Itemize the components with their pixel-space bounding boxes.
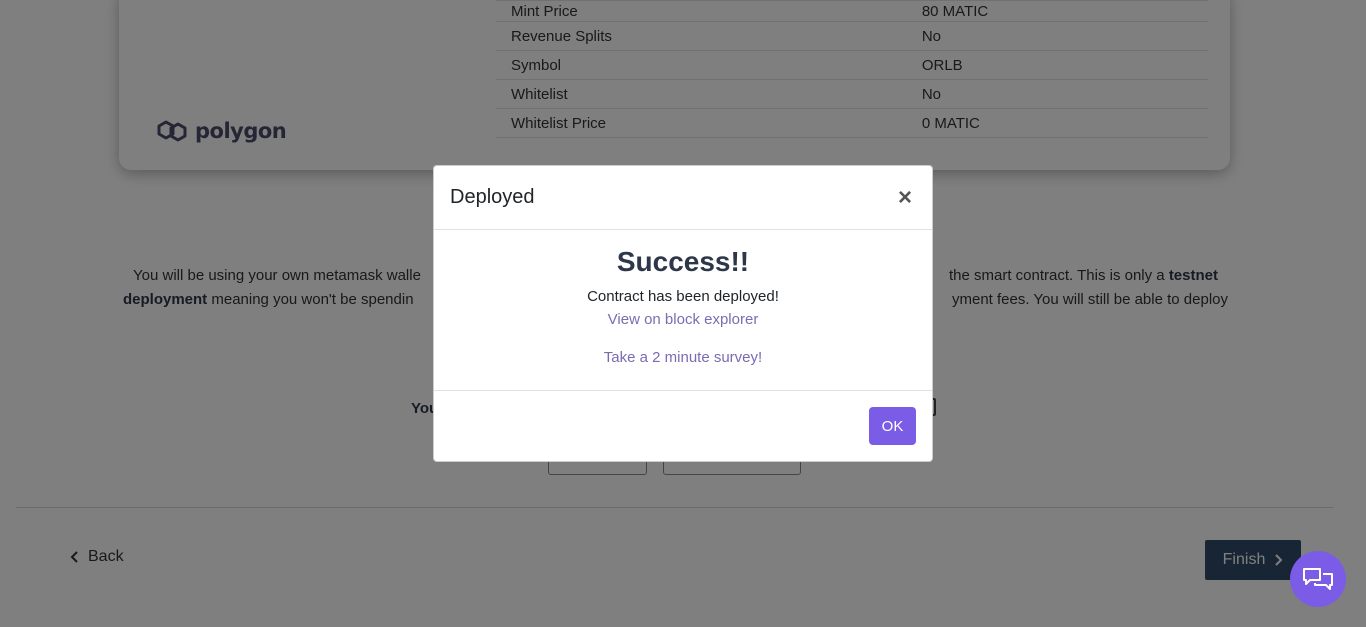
modal-footer: OK [434, 391, 932, 461]
chat-bubbles-icon [1303, 568, 1333, 590]
close-icon[interactable]: × [894, 182, 916, 214]
ok-button[interactable]: OK [869, 407, 916, 445]
deployed-modal: Deployed × Success!! Contract has been d… [433, 165, 933, 462]
modal-title: Deployed [450, 186, 535, 208]
modal-body: Success!! Contract has been deployed! Vi… [434, 230, 932, 391]
survey-link[interactable]: Take a 2 minute survey! [604, 349, 762, 366]
modal-header: Deployed × [434, 166, 932, 230]
success-message: Contract has been deployed! [587, 288, 779, 305]
block-explorer-link[interactable]: View on block explorer [608, 311, 759, 328]
success-heading: Success!! [616, 246, 750, 277]
chat-button[interactable] [1290, 551, 1346, 607]
